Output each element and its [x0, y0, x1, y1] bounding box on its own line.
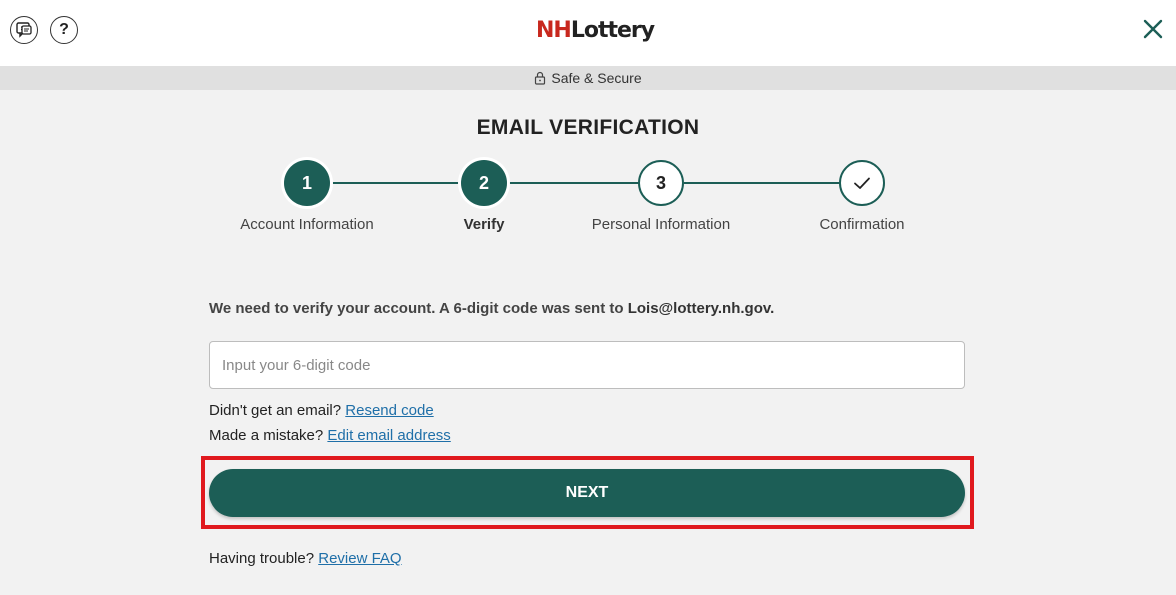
- step-4-circle: [839, 160, 885, 206]
- trouble-prompt: Having trouble?: [209, 550, 319, 567]
- step-label-confirmation: Confirmation: [819, 216, 905, 233]
- logo-lottery-text: Lottery: [570, 17, 655, 43]
- resend-line: Didn't get an email? Resend code: [209, 402, 434, 419]
- verification-panel: EMAIL VERIFICATION 1 2 3 Account Informa…: [0, 90, 1176, 595]
- review-faq-link[interactable]: Review FAQ: [318, 550, 401, 567]
- message-text: We need to verify your account. A 6-digi…: [209, 300, 628, 317]
- top-bar: ? NH Lottery: [0, 0, 1176, 66]
- logo-nh-text: NH: [536, 17, 572, 43]
- step-connector: [330, 182, 462, 184]
- trouble-line: Having trouble? Review FAQ: [209, 550, 402, 567]
- safe-secure-bar: Safe & Secure: [0, 66, 1176, 90]
- step-number: 1: [301, 172, 312, 193]
- verification-code-input[interactable]: [209, 341, 965, 389]
- nh-lottery-logo[interactable]: NH Lottery: [536, 14, 655, 46]
- page-title: EMAIL VERIFICATION: [476, 116, 700, 139]
- next-button[interactable]: NEXT: [209, 469, 965, 517]
- step-label-account-information: Account Information: [240, 216, 374, 233]
- secure-text: Safe & Secure: [551, 70, 642, 86]
- step-number: 2: [478, 172, 489, 193]
- edit-email-line: Made a mistake? Edit email address: [209, 427, 451, 444]
- resend-code-link[interactable]: Resend code: [345, 402, 433, 419]
- step-label-personal-information: Personal Information: [591, 216, 731, 233]
- step-label-verify: Verify: [463, 216, 505, 233]
- email-address: Lois@lottery.nh.gov.: [627, 300, 775, 317]
- step-3-circle: 3: [638, 160, 684, 206]
- close-button[interactable]: [1140, 16, 1166, 42]
- step-2-circle: 2: [461, 160, 507, 206]
- chat-button[interactable]: [10, 16, 38, 44]
- step-connector: [684, 182, 840, 184]
- edit-prompt: Made a mistake?: [209, 427, 328, 444]
- edit-email-link[interactable]: Edit email address: [327, 427, 450, 444]
- chat-icon: [16, 22, 32, 38]
- step-number: 3: [655, 172, 666, 193]
- question-icon: ?: [59, 21, 69, 38]
- step-1-circle: 1: [284, 160, 330, 206]
- help-button[interactable]: ?: [50, 16, 78, 44]
- resend-prompt: Didn't get an email?: [209, 402, 346, 419]
- lock-icon: [534, 71, 546, 85]
- close-icon: [1143, 19, 1163, 39]
- check-icon: [854, 177, 870, 189]
- verification-message: We need to verify your account. A 6-digi…: [209, 300, 774, 317]
- step-connector: [506, 182, 640, 184]
